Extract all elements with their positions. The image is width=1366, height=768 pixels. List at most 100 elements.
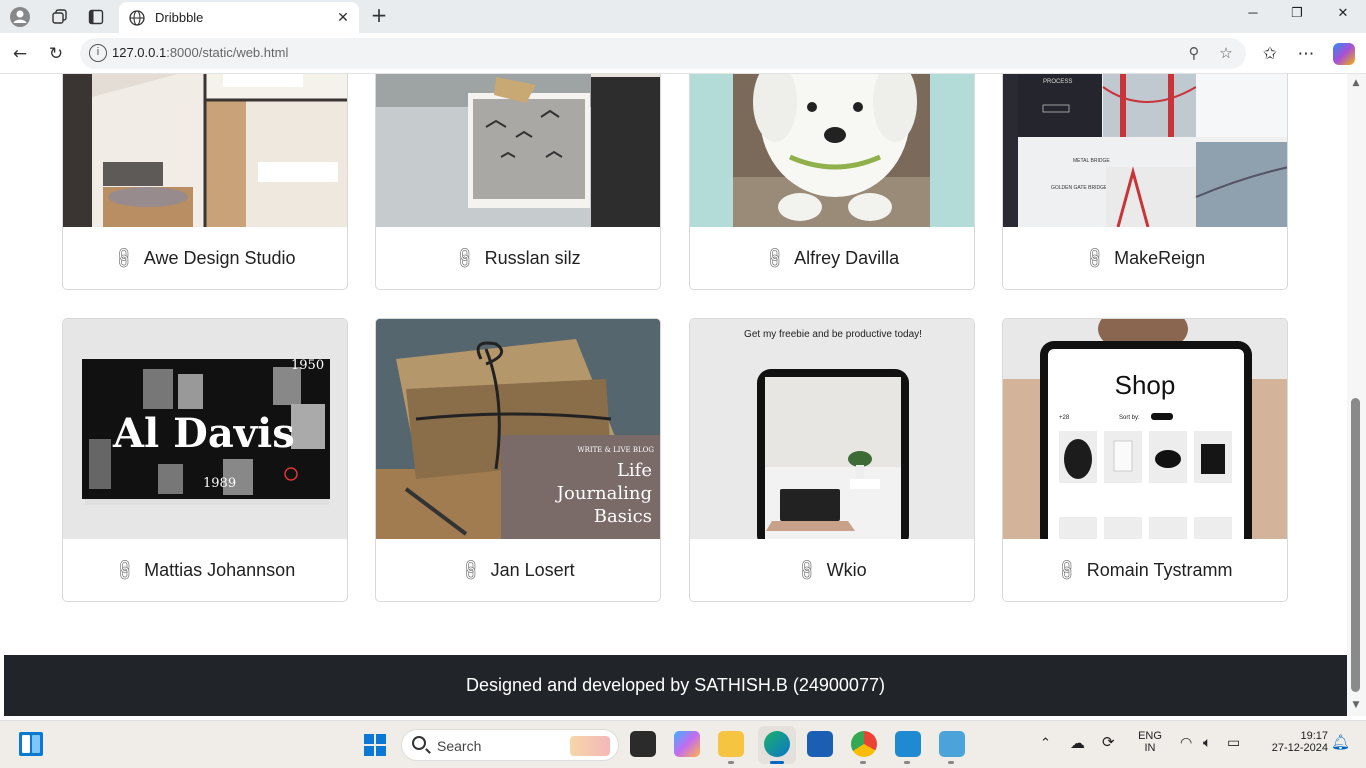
restore-icon[interactable]: ❐ xyxy=(1285,5,1309,27)
tab-title: Dribbble xyxy=(155,10,204,25)
scrollbar-thumb[interactable] xyxy=(1351,398,1360,692)
card-thumbnail xyxy=(376,74,660,227)
link-icon: 🔗︎ xyxy=(794,557,822,584)
card-jan-losert[interactable]: WRITE & LIVE BLOG Life Journaling Basics… xyxy=(375,318,661,602)
card-alfrey-davilla[interactable]: 🔗︎ Alfrey Davilla xyxy=(689,74,975,290)
search-highlight-icon xyxy=(570,736,610,756)
card-awe-design-studio[interactable]: 🔗︎ Awe Design Studio xyxy=(62,74,348,290)
svg-text:WRITE & LIVE BLOG: WRITE & LIVE BLOG xyxy=(577,446,654,454)
svg-text:Life: Life xyxy=(617,460,652,481)
page-footer: Designed and developed by SATHISH.B (249… xyxy=(4,655,1347,716)
card-label: Awe Design Studio xyxy=(143,247,296,268)
scroll-up-icon[interactable]: ▲ xyxy=(1351,78,1361,88)
link-icon: 🔗︎ xyxy=(1082,245,1109,272)
svg-text:1950: 1950 xyxy=(291,358,324,373)
search-label: Search xyxy=(437,738,482,754)
language-indicator[interactable]: ENG IN xyxy=(1136,730,1164,754)
minimize-icon[interactable]: ─ xyxy=(1241,5,1265,27)
link-icon: 🔗︎ xyxy=(1054,557,1082,584)
favorite-star-icon[interactable]: ☆ xyxy=(1216,43,1236,63)
link-icon: 🔗︎ xyxy=(458,557,486,584)
card-thumbnail xyxy=(690,74,974,227)
card-label: Jan Losert xyxy=(490,559,575,580)
card-mattias-johannson[interactable]: Al Davis 1950 1989 🔗︎ Mattias Johannson xyxy=(62,318,348,602)
refresh-icon[interactable]: ↻ xyxy=(44,42,68,66)
tab-actions-icon[interactable] xyxy=(84,5,108,29)
more-menu-icon[interactable]: ⋯ xyxy=(1294,42,1318,66)
globe-icon xyxy=(129,9,145,26)
svg-text:Journaling: Journaling xyxy=(555,483,652,504)
card-romain-tystramm[interactable]: Shop +28 Sort by: 🔗︎ Romain Tystramm xyxy=(1002,318,1288,602)
card-thumbnail: PROCESS METAL BRIDGE GOLDEN GATE BRIDGE xyxy=(1003,74,1287,227)
store-icon[interactable] xyxy=(807,731,833,757)
url-text[interactable]: 127.0.0.1:8000/static/web.html xyxy=(112,45,288,60)
svg-text:Shop: Shop xyxy=(1115,370,1176,400)
card-label: Alfrey Davilla xyxy=(794,247,900,268)
svg-text:+28: +28 xyxy=(1059,415,1070,421)
back-icon[interactable]: ← xyxy=(8,42,32,66)
running-indicator xyxy=(904,761,910,764)
tab-dribbble[interactable]: Dribbble ✕ xyxy=(119,2,359,33)
chrome-icon[interactable] xyxy=(851,731,877,757)
svg-text:METAL BRIDGE: METAL BRIDGE xyxy=(1073,158,1110,164)
wifi-icon[interactable]: ◠ xyxy=(1180,734,1192,751)
battery-icon[interactable]: ▭ xyxy=(1227,734,1240,751)
notifications-bell-icon[interactable]: 🔔︎ xyxy=(1331,733,1350,751)
link-icon: 🔗︎ xyxy=(111,245,139,272)
running-indicator xyxy=(728,761,734,764)
onedrive-icon[interactable]: ☁ xyxy=(1070,734,1085,752)
card-label: Russlan silz xyxy=(484,247,581,268)
url-field[interactable]: i 127.0.0.1:8000/static/web.html ⚲ ☆ xyxy=(80,38,1246,69)
active-indicator xyxy=(770,761,784,764)
card-wkio[interactable]: Get my freebie and be productive today! … xyxy=(689,318,975,602)
link-icon: 🔗︎ xyxy=(452,245,480,272)
link-icon: 🔗︎ xyxy=(762,245,789,272)
clock[interactable]: 19:17 27-12-2024 xyxy=(1258,730,1328,754)
card-label: MakeReign xyxy=(1114,247,1206,268)
new-tab-button[interactable]: + xyxy=(368,4,390,26)
start-icon[interactable] xyxy=(363,733,387,757)
copilot-icon[interactable] xyxy=(1333,43,1355,65)
card-thumbnail: Shop +28 Sort by: xyxy=(1003,319,1287,539)
svg-text:Al Davis: Al Davis xyxy=(112,410,295,457)
card-makereign[interactable]: PROCESS METAL BRIDGE GOLDEN GATE BRIDGE … xyxy=(1002,74,1288,290)
card-thumbnail: WRITE & LIVE BLOG Life Journaling Basics xyxy=(376,319,660,539)
task-view-icon[interactable] xyxy=(630,731,656,757)
close-window-icon[interactable]: ✕ xyxy=(1331,5,1355,27)
volume-icon[interactable]: 🔈︎ xyxy=(1203,734,1211,751)
address-bar: ← ↻ i 127.0.0.1:8000/static/web.html ⚲ ☆… xyxy=(0,33,1366,74)
link-icon: 🔗︎ xyxy=(112,557,139,584)
search-icon xyxy=(412,736,426,750)
svg-text:GOLDEN GATE BRIDGE: GOLDEN GATE BRIDGE xyxy=(1051,185,1108,191)
card-thumbnail: Get my freebie and be productive today! xyxy=(690,319,974,539)
svg-text:PROCESS: PROCESS xyxy=(1043,79,1072,85)
running-indicator xyxy=(948,761,954,764)
widgets-icon[interactable] xyxy=(19,732,43,756)
workspaces-icon[interactable] xyxy=(48,5,72,29)
favorites-icon[interactable]: ✩ xyxy=(1258,42,1282,66)
card-russlan-silz[interactable]: 🔗︎ Russlan silz xyxy=(375,74,661,290)
vertical-scrollbar[interactable]: ▲ ▼ xyxy=(1347,74,1366,716)
card-label: Romain Tystramm xyxy=(1086,559,1233,580)
edge-icon[interactable] xyxy=(764,731,790,757)
card-thumbnail xyxy=(63,74,347,227)
profile-icon[interactable] xyxy=(8,5,32,29)
vscode-icon[interactable] xyxy=(895,731,921,757)
tab-bar: Dribbble ✕ + ─ ❐ ✕ xyxy=(0,0,1366,33)
close-tab-icon[interactable]: ✕ xyxy=(333,10,353,26)
svg-text:Get my freebie and be producti: Get my freebie and be productive today! xyxy=(744,329,922,340)
site-info-icon[interactable]: i xyxy=(89,44,107,62)
card-label: Wkio xyxy=(826,559,867,580)
taskbar-search[interactable]: Search xyxy=(401,729,619,761)
file-explorer-icon[interactable] xyxy=(718,731,744,757)
svg-text:1989: 1989 xyxy=(203,476,236,491)
footer-credit: Designed and developed by SATHISH.B (249… xyxy=(466,675,885,695)
copilot-app-icon[interactable] xyxy=(674,731,700,757)
svg-text:Sort by:: Sort by: xyxy=(1119,415,1140,421)
zoom-icon[interactable]: ⚲ xyxy=(1184,43,1204,63)
tray-overflow-icon[interactable]: ⌃ xyxy=(1040,735,1051,751)
notepad-icon[interactable] xyxy=(939,731,965,757)
sync-icon[interactable]: ⟳ xyxy=(1102,733,1115,751)
card-thumbnail: Al Davis 1950 1989 xyxy=(63,319,347,539)
scroll-down-icon[interactable]: ▼ xyxy=(1351,700,1361,710)
